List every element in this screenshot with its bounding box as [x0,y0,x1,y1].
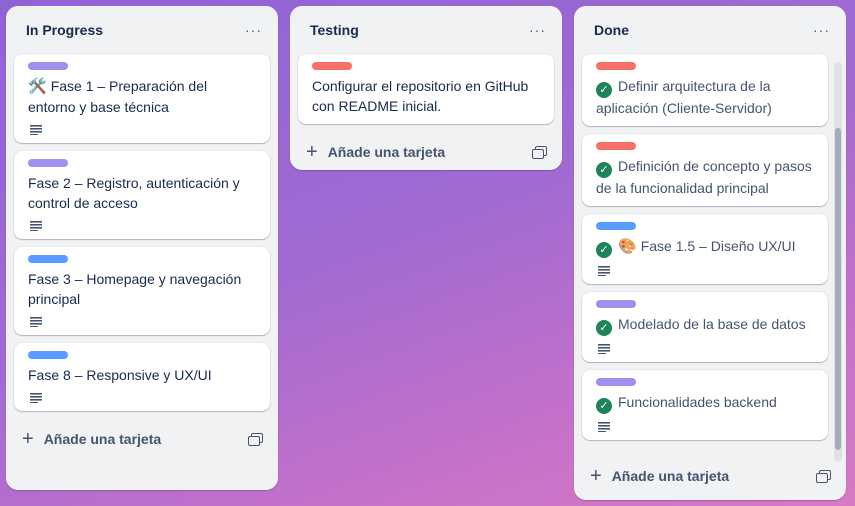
card[interactable]: ✓ 🎨 Fase 1.5 – Diseño UX/UI [582,214,828,284]
card[interactable]: Fase 2 – Registro, autenticación y contr… [14,151,270,239]
create-from-template-icon[interactable] [248,433,263,446]
card-title-text: Definir arquitectura de la aplicación (C… [596,78,772,116]
plus-icon: + [22,428,34,450]
card-title-text: Fase 8 – Responsive y UX/UI [28,367,212,383]
list-testing: Testing ··· Configurar el repositorio en… [290,6,562,170]
scrollbar-thumb[interactable] [835,128,841,450]
card[interactable]: 🛠️ Fase 1 – Preparación del entorno y bas… [14,54,270,143]
card-container: 🛠️ Fase 1 – Preparación del entorno y bas… [6,54,278,411]
card[interactable]: ✓ Funcionalidades backend [582,370,828,440]
list-header: Testing ··· [290,6,562,54]
list-menu-button[interactable]: ··· [241,17,266,43]
card-title: ✓ Funcionalidades backend [596,392,816,414]
description-icon [30,125,42,135]
card-label-blue[interactable] [28,255,68,263]
list-footer: + Añade una tarjeta [290,132,562,172]
card-title: 🛠️ Fase 1 – Preparación del entorno y bas… [28,76,258,117]
card-title: ✓ Definición de concepto y pasos de la fu… [596,156,816,198]
card[interactable]: Configurar el repositorio en GitHub con … [298,54,554,124]
completed-check-icon[interactable]: ✓ [596,242,612,258]
card-label-red[interactable] [312,62,352,70]
card-label-purple[interactable] [28,159,68,167]
completed-check-icon[interactable]: ✓ [596,162,612,178]
palette-emoji-icon: 🎨 [618,238,637,255]
list-title[interactable]: Done [594,22,629,38]
card-label-blue[interactable] [596,222,636,230]
add-card-label: Añade una tarjeta [611,468,730,484]
card-title-text: Configurar el repositorio en GitHub con … [312,78,529,114]
card-container: Configurar el repositorio en GitHub con … [290,54,562,124]
list-footer: + Añade una tarjeta [6,419,278,459]
add-card-button[interactable]: + Añade una tarjeta [306,142,445,162]
list-header: In Progress ··· [6,6,278,54]
list-menu-button[interactable]: ··· [525,17,550,43]
create-from-template-icon[interactable] [532,146,547,159]
description-icon [598,344,610,354]
add-card-button[interactable]: + Añade una tarjeta [22,429,161,449]
completed-check-icon[interactable]: ✓ [596,82,612,98]
plus-icon: + [306,141,318,163]
card[interactable]: ✓ Modelado de la base de datos [582,292,828,362]
list-done: Done ··· ✓ Definir arquitectura de la apl… [574,6,846,500]
plus-icon: + [590,465,602,487]
add-card-label: Añade una tarjeta [327,144,446,160]
card-title-text: Definición de concepto y pasos de la fun… [596,158,812,196]
add-card-label: Añade una tarjeta [43,431,162,447]
list-footer: + Añade una tarjeta [574,456,846,496]
description-icon [30,221,42,231]
card-title: ✓ Definir arquitectura de la aplicación (… [596,76,816,118]
card[interactable]: Fase 3 – Homepage y navegación principal [14,247,270,335]
card-title-text: Funcionalidades backend [618,394,777,410]
list-in-progress: In Progress ··· 🛠️ Fase 1 – Preparación d… [6,6,278,490]
list-title[interactable]: In Progress [26,22,103,38]
card[interactable]: Fase 8 – Responsive y UX/UI [14,343,270,411]
card-title-text: Fase 1 – Preparación del entorno y base … [28,78,208,115]
card-title-text: Fase 1.5 – Diseño UX/UI [640,238,796,254]
card-title-text: Fase 2 – Registro, autenticación y contr… [28,175,240,211]
card-label-blue[interactable] [28,351,68,359]
card-title-text: Fase 3 – Homepage y navegación principal [28,271,242,307]
card-title: ✓ 🎨 Fase 1.5 – Diseño UX/UI [596,236,816,258]
card-container: ✓ Definir arquitectura de la aplicación (… [574,54,846,440]
description-icon [598,422,610,432]
card-label-purple[interactable] [596,378,636,386]
card-label-purple[interactable] [28,62,68,70]
card-label-red[interactable] [596,142,636,150]
card-label-red[interactable] [596,62,636,70]
card[interactable]: ✓ Definir arquitectura de la aplicación (… [582,54,828,126]
description-icon [598,266,610,276]
description-icon [30,393,42,403]
completed-check-icon[interactable]: ✓ [596,320,612,336]
card-title: ✓ Modelado de la base de datos [596,314,816,336]
tools-emoji-icon: 🛠️ [28,78,47,95]
add-card-button[interactable]: + Añade una tarjeta [590,466,729,486]
list-header: Done ··· [574,6,846,54]
list-title[interactable]: Testing [310,22,359,38]
scrollbar-track[interactable] [834,62,842,462]
card-label-purple[interactable] [596,300,636,308]
card[interactable]: ✓ Definición de concepto y pasos de la fu… [582,134,828,206]
create-from-template-icon[interactable] [816,470,831,483]
list-menu-button[interactable]: ··· [809,17,834,43]
description-icon [30,317,42,327]
completed-check-icon[interactable]: ✓ [596,398,612,414]
card-title-text: Modelado de la base de datos [618,316,806,332]
